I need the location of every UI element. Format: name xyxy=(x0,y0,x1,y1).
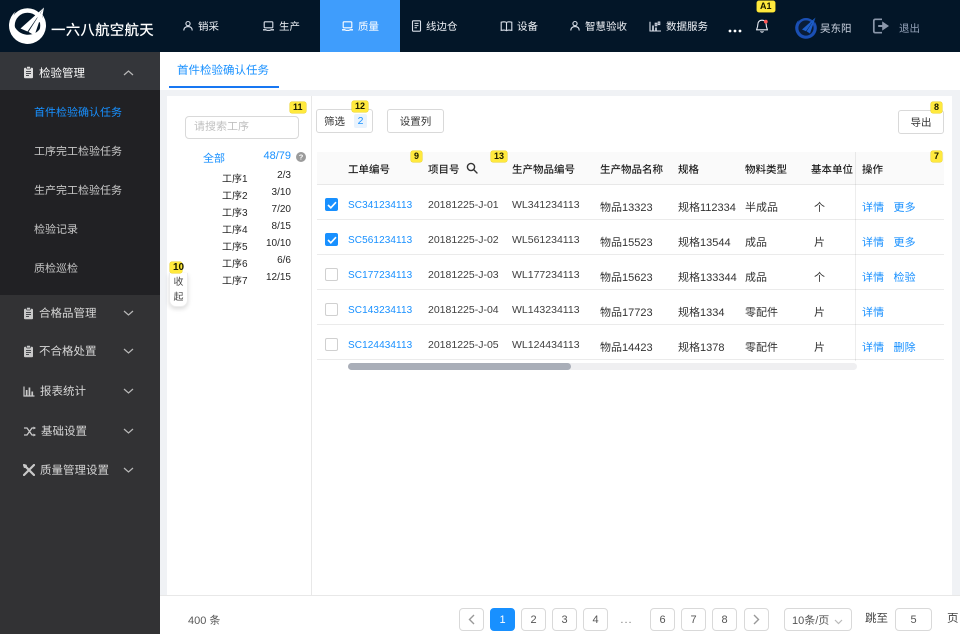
svg-text:?: ? xyxy=(299,152,304,161)
